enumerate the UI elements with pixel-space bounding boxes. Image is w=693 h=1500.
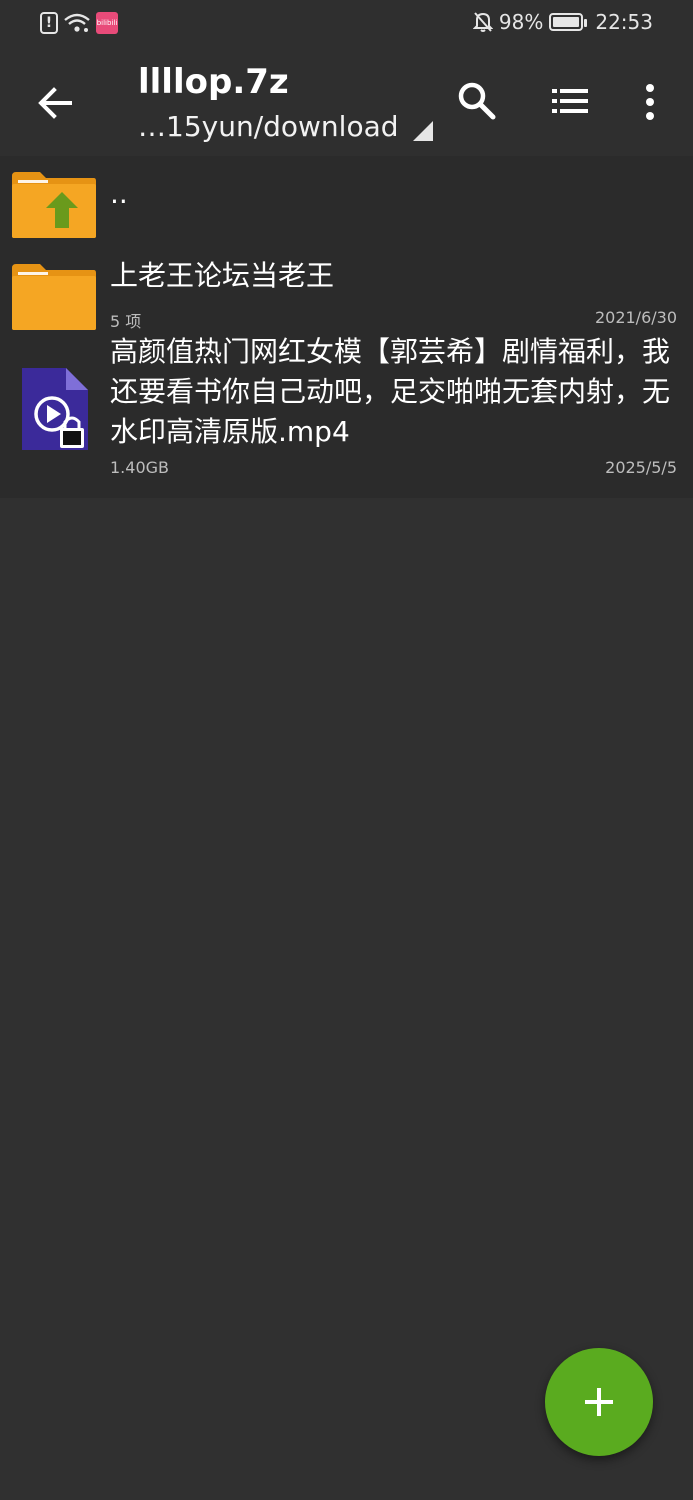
search-button[interactable]: [456, 80, 498, 122]
file-list: .. 上老王论坛当老王 5 项 2021/6/30 高颜值热门网红女模【郭芸希】…: [0, 156, 693, 498]
path-selector[interactable]: …15yun/download: [138, 110, 433, 143]
encrypted-video-file-icon: [22, 368, 88, 450]
list-item-parent-directory[interactable]: ..: [0, 156, 693, 248]
alert-icon: !: [40, 12, 58, 34]
status-left: ! bilibili: [40, 12, 118, 34]
item-name: 上老王论坛当老王: [110, 259, 335, 292]
item-size: 1.40GB: [110, 458, 169, 477]
dropdown-triangle-icon: [412, 121, 433, 141]
item-count: 5 项: [110, 312, 142, 331]
app-bar: llllop.7z …15yun/download: [0, 48, 693, 156]
folder-icon: [12, 264, 96, 330]
status-bar: ! bilibili 98% 22:53: [0, 0, 693, 48]
item-date: 2025/5/5: [605, 458, 677, 477]
arrow-left-icon: [38, 87, 72, 119]
more-options-button[interactable]: [636, 82, 664, 122]
back-button[interactable]: [30, 78, 80, 128]
plus-icon: [585, 1388, 613, 1416]
view-mode-button[interactable]: [550, 86, 590, 116]
current-path: …15yun/download: [138, 110, 399, 143]
status-right: 98% 22:53: [472, 10, 653, 34]
bilibili-app-icon: bilibili: [96, 12, 118, 34]
item-name: ..: [110, 177, 128, 210]
search-icon: [458, 82, 496, 120]
folder-up-icon: [12, 172, 96, 238]
clock: 22:53: [595, 10, 653, 34]
wifi-icon: [64, 13, 90, 33]
battery-icon: [549, 13, 588, 31]
more-vertical-icon: [646, 84, 654, 120]
battery-percent: 98%: [498, 10, 544, 34]
archive-title: llllop.7z: [138, 62, 289, 102]
list-item-folder[interactable]: 上老王论坛当老王 5 项 2021/6/30: [0, 248, 693, 342]
bell-off-icon: [472, 11, 493, 33]
item-date: 2021/6/30: [594, 308, 677, 327]
add-button[interactable]: [545, 1348, 653, 1456]
item-name: 高颜值热门网红女模【郭芸希】剧情福利，我还要看书你自己动吧，足交啪啪无套内射，无…: [110, 335, 671, 448]
list-item-file[interactable]: 高颜值热门网红女模【郭芸希】剧情福利，我还要看书你自己动吧，足交啪啪无套内射，无…: [0, 335, 693, 498]
battery-fill: [553, 17, 579, 27]
file-browser-screen: ! bilibili 98% 22:53 llllop.7z …15yun/do…: [0, 0, 693, 1500]
list-view-icon: [552, 89, 588, 113]
